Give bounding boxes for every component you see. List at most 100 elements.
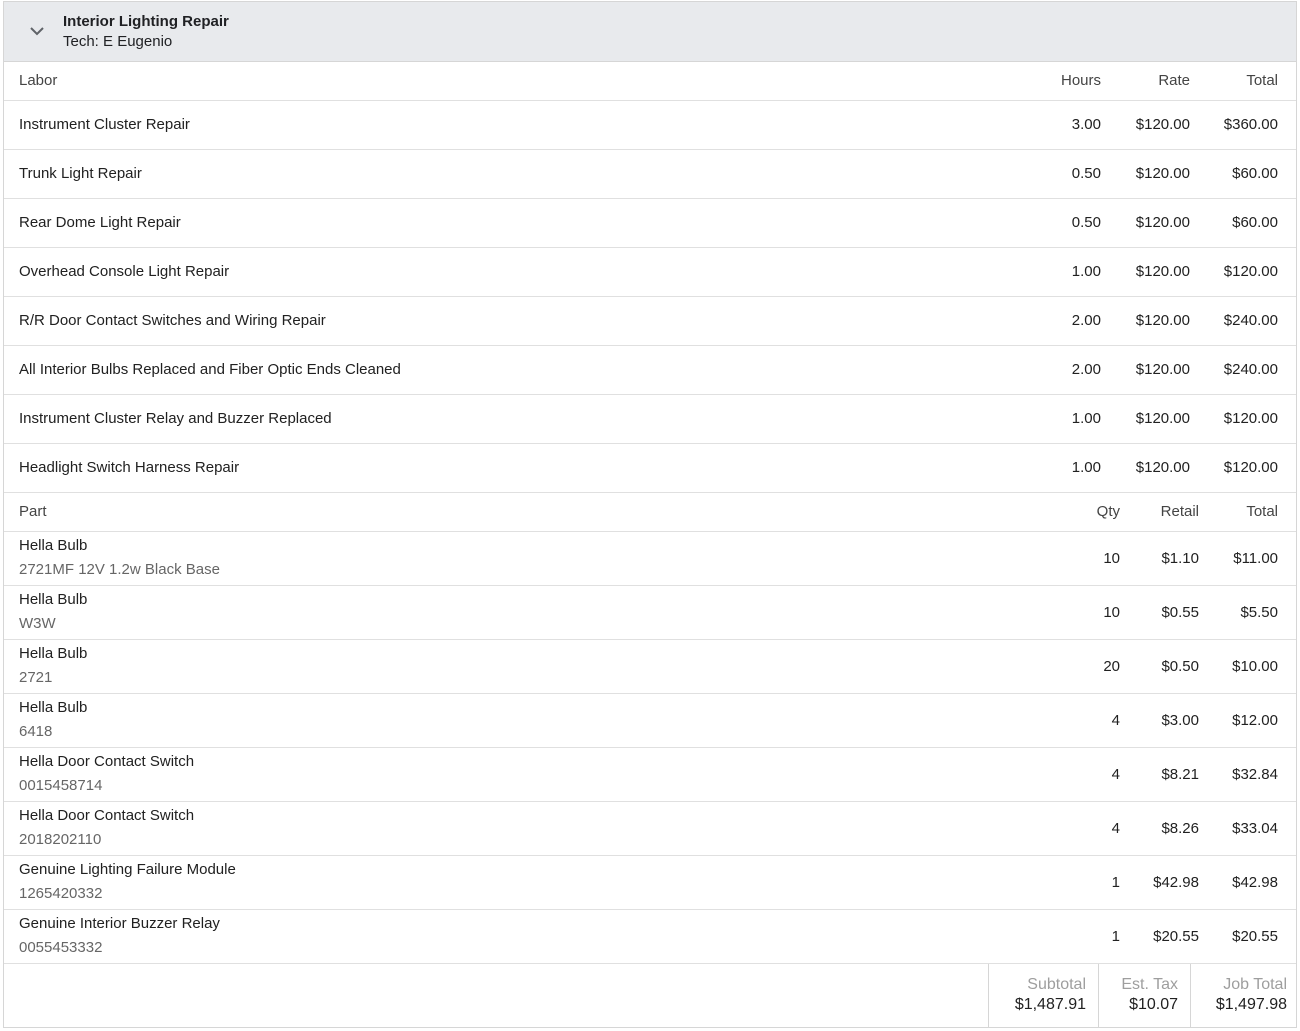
labor-name: Instrument Cluster Repair bbox=[19, 116, 190, 133]
labor-name: All Interior Bulbs Replaced and Fiber Op… bbox=[19, 361, 401, 378]
part-total: $11.00 bbox=[1233, 550, 1278, 567]
part-row[interactable]: Hella Bulb 2721 20 $0.50 $10.00 bbox=[4, 640, 1296, 694]
labor-rate: $120.00 bbox=[1135, 459, 1190, 476]
labor-list: Instrument Cluster Repair 3.00 $120.00 $360… bbox=[4, 101, 1296, 493]
labor-total: $60.00 bbox=[1232, 214, 1278, 231]
labor-total: $120.00 bbox=[1223, 459, 1278, 476]
labor-total: $60.00 bbox=[1232, 165, 1278, 182]
part-number: W3W bbox=[19, 615, 56, 632]
tax-label: Est. Tax bbox=[1121, 976, 1178, 993]
labor-hours: 1.00 bbox=[1071, 263, 1101, 280]
labor-name: Instrument Cluster Relay and Buzzer Repl… bbox=[19, 410, 332, 427]
part-retail: $8.21 bbox=[1161, 766, 1199, 783]
part-row[interactable]: Hella Door Contact Switch 0015458714 4 $8.2… bbox=[4, 748, 1296, 802]
tax-value: $10.07 bbox=[1129, 996, 1178, 1013]
labor-total: $120.00 bbox=[1223, 263, 1278, 280]
subtotal-cell: Subtotal $1,487.91 bbox=[988, 964, 1098, 1027]
labor-hours: 0.50 bbox=[1071, 214, 1101, 231]
part-qty: 10 bbox=[1103, 550, 1120, 567]
part-qty: 1 bbox=[1111, 874, 1120, 891]
part-qty: 4 bbox=[1111, 766, 1120, 783]
part-number: 2721 bbox=[19, 669, 53, 686]
labor-header-name: Labor bbox=[19, 72, 58, 89]
labor-name: Trunk Light Repair bbox=[19, 165, 142, 182]
part-qty: 10 bbox=[1103, 604, 1120, 621]
subtotal-label: Subtotal bbox=[1027, 976, 1086, 993]
job-total-cell: Job Total $1,497.98 bbox=[1190, 964, 1296, 1027]
part-number: 0015458714 bbox=[19, 777, 103, 794]
labor-row[interactable]: Instrument Cluster Relay and Buzzer Repl… bbox=[4, 395, 1296, 444]
part-total: $12.00 bbox=[1232, 712, 1278, 729]
labor-row[interactable]: Rear Dome Light Repair 0.50 $120.00 $60.00 bbox=[4, 199, 1296, 248]
tax-cell: Est. Tax $10.07 bbox=[1098, 964, 1190, 1027]
part-qty: 4 bbox=[1111, 820, 1120, 837]
labor-rate: $120.00 bbox=[1135, 263, 1190, 280]
part-row[interactable]: Hella Bulb W3W 10 $0.55 $5.50 bbox=[4, 586, 1296, 640]
labor-hours: 1.00 bbox=[1071, 410, 1101, 427]
labor-rate: $120.00 bbox=[1135, 312, 1190, 329]
part-retail: $3.00 bbox=[1161, 712, 1199, 729]
part-name: Hella Door Contact Switch bbox=[19, 807, 195, 824]
labor-rate: $120.00 bbox=[1135, 361, 1190, 378]
labor-total: $360.00 bbox=[1223, 116, 1278, 133]
part-name: Hella Door Contact Switch bbox=[19, 753, 195, 770]
job-header[interactable]: Interior Lighting Repair Tech: E Eugenio bbox=[4, 2, 1296, 62]
labor-row[interactable]: Headlight Switch Harness Repair 1.00 $120.… bbox=[4, 444, 1296, 493]
part-name: Genuine Lighting Failure Module bbox=[19, 861, 236, 878]
chevron-down-icon[interactable] bbox=[28, 22, 46, 40]
part-number: 2721MF 12V 1.2w Black Base bbox=[19, 561, 220, 578]
labor-rate: $120.00 bbox=[1135, 116, 1190, 133]
labor-name: R/R Door Contact Switches and Wiring Rep… bbox=[19, 312, 326, 329]
job-total-value: $1,497.98 bbox=[1215, 996, 1287, 1013]
labor-rate: $120.00 bbox=[1135, 165, 1190, 182]
job-title: Interior Lighting Repair bbox=[63, 13, 229, 30]
part-number: 2018202110 bbox=[19, 831, 102, 848]
parts-header-row: Part Qty Retail Total bbox=[4, 493, 1296, 532]
labor-total: $240.00 bbox=[1223, 361, 1278, 378]
part-retail: $1.10 bbox=[1161, 550, 1199, 567]
part-total: $10.00 bbox=[1232, 658, 1278, 675]
part-qty: 1 bbox=[1111, 928, 1120, 945]
part-row[interactable]: Genuine Interior Buzzer Relay 0055453332 1… bbox=[4, 910, 1296, 964]
part-name: Genuine Interior Buzzer Relay bbox=[19, 915, 220, 932]
totals-row: Subtotal $1,487.91 Est. Tax $10.07 Job T… bbox=[4, 964, 1296, 1027]
part-name: Hella Bulb bbox=[19, 591, 88, 608]
part-row[interactable]: Hella Bulb 2721MF 12V 1.2w Black Base 10 $1… bbox=[4, 532, 1296, 586]
labor-hours: 3.00 bbox=[1071, 116, 1101, 133]
part-row[interactable]: Genuine Lighting Failure Module 126542033… bbox=[4, 856, 1296, 910]
labor-header-total: Total bbox=[1246, 72, 1278, 89]
part-total: $42.98 bbox=[1232, 874, 1278, 891]
part-name: Hella Bulb bbox=[19, 537, 88, 554]
labor-total: $120.00 bbox=[1223, 410, 1278, 427]
labor-row[interactable]: Trunk Light Repair 0.50 $120.00 $60.00 bbox=[4, 150, 1296, 199]
labor-hours: 2.00 bbox=[1071, 312, 1101, 329]
parts-header-qty: Qty bbox=[1096, 503, 1120, 520]
part-retail: $0.55 bbox=[1161, 604, 1199, 621]
subtotal-value: $1,487.91 bbox=[1014, 996, 1086, 1013]
parts-list: Hella Bulb 2721MF 12V 1.2w Black Base 10 $1… bbox=[4, 532, 1296, 964]
part-qty: 20 bbox=[1103, 658, 1120, 675]
labor-header-rate: Rate bbox=[1158, 72, 1190, 89]
parts-header-total: Total bbox=[1246, 503, 1278, 520]
part-retail: $8.26 bbox=[1161, 820, 1199, 837]
labor-hours: 2.00 bbox=[1071, 361, 1101, 378]
job-total-label: Job Total bbox=[1223, 976, 1287, 993]
part-retail: $20.55 bbox=[1153, 928, 1199, 945]
part-row[interactable]: Hella Door Contact Switch 2018202110 4 $8.2… bbox=[4, 802, 1296, 856]
labor-hours: 0.50 bbox=[1071, 165, 1101, 182]
part-qty: 4 bbox=[1111, 712, 1120, 729]
part-total: $20.55 bbox=[1232, 928, 1278, 945]
job-card: Interior Lighting Repair Tech: E Eugenio… bbox=[3, 1, 1297, 1028]
labor-row[interactable]: All Interior Bulbs Replaced and Fiber Op… bbox=[4, 346, 1296, 395]
part-retail: $0.50 bbox=[1161, 658, 1199, 675]
labor-row[interactable]: Instrument Cluster Repair 3.00 $120.00 $360… bbox=[4, 101, 1296, 150]
labor-rate: $120.00 bbox=[1135, 410, 1190, 427]
labor-name: Headlight Switch Harness Repair bbox=[19, 459, 240, 476]
part-total: $32.84 bbox=[1232, 766, 1278, 783]
part-row[interactable]: Hella Bulb 6418 4 $3.00 $12.00 bbox=[4, 694, 1296, 748]
part-name: Hella Bulb bbox=[19, 645, 88, 662]
part-retail: $42.98 bbox=[1153, 874, 1199, 891]
labor-row[interactable]: Overhead Console Light Repair 1.00 $120.00… bbox=[4, 248, 1296, 297]
part-total: $5.50 bbox=[1240, 604, 1278, 621]
labor-row[interactable]: R/R Door Contact Switches and Wiring Rep… bbox=[4, 297, 1296, 346]
